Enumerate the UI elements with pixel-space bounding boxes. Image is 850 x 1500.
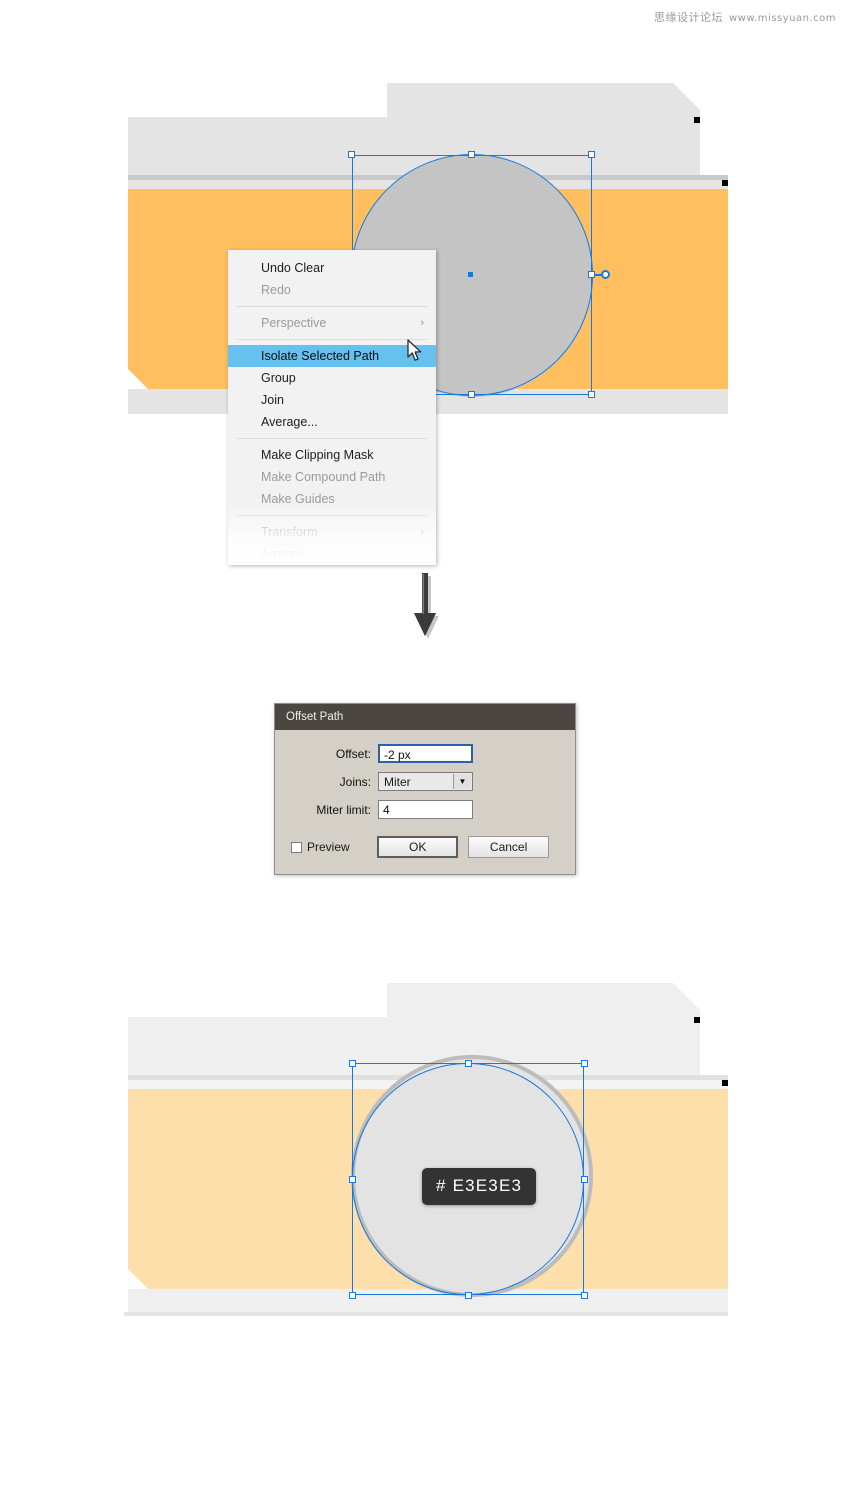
selection-handle-tl-result[interactable] bbox=[349, 1060, 356, 1067]
menu-item-label: Arrange bbox=[261, 547, 306, 561]
offset-label: Offset: bbox=[335, 746, 371, 761]
selection-handle-bc[interactable] bbox=[468, 391, 475, 398]
joins-label: Joins: bbox=[339, 774, 371, 789]
dialog-title: Offset Path bbox=[275, 704, 575, 730]
ok-button[interactable]: OK bbox=[377, 836, 459, 858]
selection-handle-br-result[interactable] bbox=[581, 1292, 588, 1299]
selection-center-point bbox=[468, 272, 473, 277]
camera-base-plate-result bbox=[128, 1289, 728, 1314]
miter-limit-row: Miter limit: 4 bbox=[291, 800, 559, 819]
menu-item-group[interactable]: Group bbox=[228, 367, 436, 389]
selection-handle-mr[interactable] bbox=[588, 271, 595, 278]
chevron-down-icon[interactable]: ▼ bbox=[453, 774, 471, 789]
menu-item-label: Transform bbox=[261, 525, 318, 539]
watermark: 思缘设计论坛 www.missyuan.com bbox=[654, 9, 836, 25]
menu-item-redo: Redo bbox=[228, 279, 436, 301]
arrow-down-icon bbox=[414, 573, 439, 639]
menu-item-transform: Transform › bbox=[228, 521, 436, 543]
menu-item-make-clipping-mask[interactable]: Make Clipping Mask bbox=[228, 444, 436, 466]
miter-limit-input[interactable]: 4 bbox=[378, 800, 473, 819]
selection-handle-br[interactable] bbox=[588, 391, 595, 398]
menu-item-make-compound-path: Make Compound Path bbox=[228, 466, 436, 488]
context-menu-items: Undo Clear Redo Perspective › Isolate Select… bbox=[228, 257, 436, 565]
menu-item-label: Perspective bbox=[261, 316, 327, 330]
menu-item-label: Average... bbox=[261, 415, 318, 429]
menu-item-undo-clear[interactable]: Undo Clear bbox=[228, 257, 436, 279]
selection-handle-tr-result[interactable] bbox=[581, 1060, 588, 1067]
chevron-right-icon: › bbox=[420, 317, 424, 329]
illustration-bottom: # E3E3E3 bbox=[0, 975, 850, 1320]
preview-checkbox-wrap[interactable]: Preview bbox=[291, 840, 377, 854]
selection-handle-tc[interactable] bbox=[468, 151, 475, 158]
camera-base-shadow-result bbox=[124, 1312, 728, 1316]
offset-path-dialog[interactable]: Offset Path Offset: -2 px Joins: Miter ▼… bbox=[274, 703, 576, 875]
menu-separator bbox=[237, 339, 427, 340]
menu-item-label: Make Clipping Mask bbox=[261, 448, 374, 462]
chevron-right-icon: › bbox=[420, 526, 424, 538]
menu-item-label: Isolate Selected Path bbox=[261, 349, 380, 363]
menu-item-label: Redo bbox=[261, 283, 291, 297]
selection-handle-tr[interactable] bbox=[588, 151, 595, 158]
selection-handle-tl[interactable] bbox=[348, 151, 355, 158]
menu-item-arrange: Arrange › bbox=[228, 543, 436, 565]
color-value-chip: # E3E3E3 bbox=[422, 1168, 537, 1205]
menu-item-label: Group bbox=[261, 371, 296, 385]
menu-item-label: Make Compound Path bbox=[261, 470, 386, 484]
selection-handle-mr-result[interactable] bbox=[581, 1176, 588, 1183]
menu-item-isolate-selected-path[interactable]: Isolate Selected Path bbox=[228, 345, 436, 367]
menu-item-average[interactable]: Average... bbox=[228, 411, 436, 433]
selection-handle-tc-result[interactable] bbox=[465, 1060, 472, 1067]
chevron-right-icon: › bbox=[420, 548, 424, 560]
selection-handle-bl-result[interactable] bbox=[349, 1292, 356, 1299]
menu-item-perspective: Perspective › bbox=[228, 312, 436, 334]
context-menu[interactable]: Undo Clear Redo Perspective › Isolate Select… bbox=[228, 250, 436, 565]
menu-item-label: Undo Clear bbox=[261, 261, 325, 275]
joins-row: Joins: Miter ▼ bbox=[291, 772, 559, 791]
selection-handle-ml-result[interactable] bbox=[349, 1176, 356, 1183]
preview-checkbox[interactable] bbox=[291, 841, 302, 853]
watermark-site-name: 思缘设计论坛 bbox=[654, 11, 723, 24]
rotation-handle[interactable] bbox=[601, 270, 610, 279]
watermark-url: www.missyuan.com bbox=[729, 13, 836, 24]
menu-separator bbox=[237, 306, 427, 307]
camera-body-plate-result bbox=[128, 1017, 700, 1075]
miter-limit-label: Miter limit: bbox=[316, 802, 371, 817]
menu-item-join[interactable]: Join bbox=[228, 389, 436, 411]
dialog-footer: Preview OK Cancel bbox=[291, 836, 559, 858]
preview-label: Preview bbox=[307, 840, 350, 854]
menu-separator bbox=[237, 438, 427, 439]
menu-item-label: Join bbox=[261, 393, 284, 407]
offset-row: Offset: -2 px bbox=[291, 744, 559, 763]
camera-body-plate bbox=[128, 117, 700, 175]
menu-item-make-guides: Make Guides bbox=[228, 488, 436, 510]
menu-separator bbox=[237, 515, 427, 516]
menu-item-label: Make Guides bbox=[261, 492, 335, 506]
joins-selected-value: Miter bbox=[384, 774, 411, 789]
selection-handle-bc-result[interactable] bbox=[465, 1292, 472, 1299]
joins-select[interactable]: Miter ▼ bbox=[378, 772, 473, 791]
dialog-body: Offset: -2 px Joins: Miter ▼ Miter limit… bbox=[275, 730, 575, 874]
offset-input[interactable]: -2 px bbox=[378, 744, 473, 763]
cancel-button[interactable]: Cancel bbox=[468, 836, 549, 858]
